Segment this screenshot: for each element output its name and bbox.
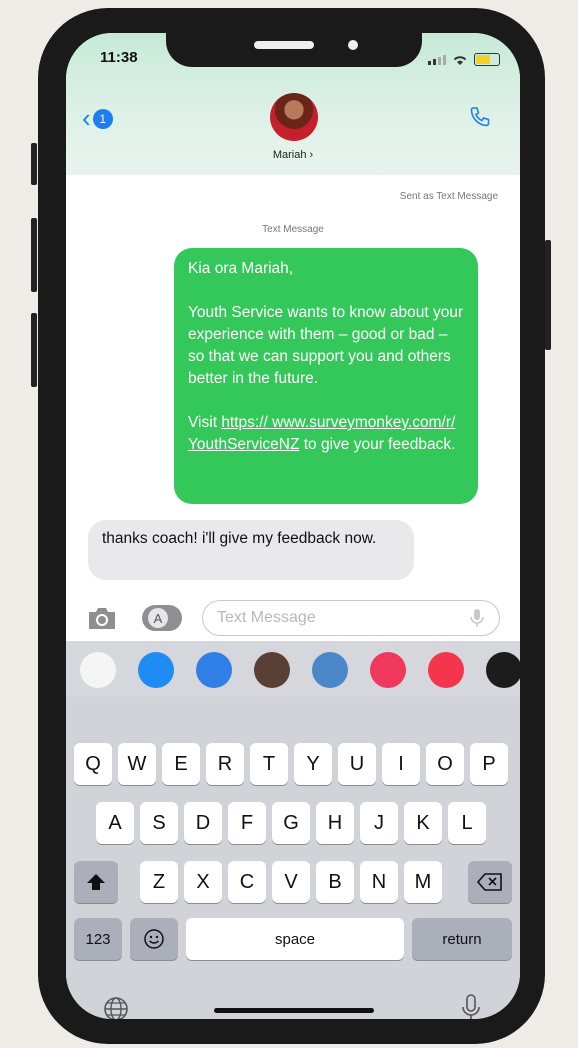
visit-suffix: to give your feedback. — [299, 436, 456, 453]
key-v[interactable]: V — [272, 861, 310, 903]
key-a[interactable]: A — [96, 802, 134, 844]
power-button — [545, 240, 551, 350]
front-camera — [348, 40, 358, 50]
key-r[interactable]: R — [206, 743, 244, 785]
mute-switch — [31, 143, 37, 185]
key-p[interactable]: P — [470, 743, 508, 785]
unread-badge: 1 — [92, 108, 113, 129]
key-h[interactable]: H — [316, 802, 354, 844]
key-x[interactable]: X — [184, 861, 222, 903]
emoji-icon — [144, 929, 164, 949]
key-t[interactable]: T — [250, 743, 288, 785]
contact-avatar[interactable] — [270, 93, 318, 141]
chevron-left-icon: ‹ — [82, 103, 91, 133]
sent-as-label: Sent as Text Message — [399, 191, 498, 202]
emoji-key[interactable] — [130, 918, 178, 960]
outgoing-message-bubble[interactable]: Kia ora Mariah, Youth Service wants to k… — [174, 248, 478, 504]
key-l[interactable]: L — [448, 802, 486, 844]
key-o[interactable]: O — [426, 743, 464, 785]
status-time: 11:38 — [100, 49, 138, 66]
backspace-key[interactable] — [468, 861, 512, 903]
message-input-placeholder: Text Message — [217, 609, 316, 626]
message-type-label: Text Message — [262, 224, 324, 235]
app-store-glyph: A — [148, 608, 168, 628]
key-g[interactable]: G — [272, 802, 310, 844]
app-store-icon[interactable] — [138, 652, 174, 688]
battery-icon — [474, 53, 500, 66]
key-d[interactable]: D — [184, 802, 222, 844]
composer-row: A Text Message — [66, 597, 520, 641]
volume-down-button — [31, 313, 37, 387]
back-button[interactable]: ‹ 1 — [82, 103, 113, 134]
key-j[interactable]: J — [360, 802, 398, 844]
volume-up-button — [31, 218, 37, 292]
key-y[interactable]: Y — [294, 743, 332, 785]
message-visit-line: Visit https:// www.surveymonkey.com/r/ Y… — [188, 412, 464, 456]
image-search-icon[interactable] — [370, 652, 406, 688]
status-icons — [428, 53, 500, 66]
key-z[interactable]: Z — [140, 861, 178, 903]
shift-key[interactable] — [74, 861, 118, 903]
key-m[interactable]: M — [404, 861, 442, 903]
music-app-icon[interactable] — [428, 652, 464, 688]
key-b[interactable]: B — [316, 861, 354, 903]
shift-arrow-icon — [87, 874, 105, 890]
key-s[interactable]: S — [140, 802, 178, 844]
backspace-icon — [477, 873, 502, 891]
notch — [166, 33, 422, 67]
key-u[interactable]: U — [338, 743, 376, 785]
return-key[interactable]: return — [412, 918, 512, 960]
app-strip — [66, 641, 520, 697]
key-w[interactable]: W — [118, 743, 156, 785]
contact-name[interactable]: Mariah › — [66, 149, 520, 161]
message-input[interactable]: Text Message — [202, 600, 500, 636]
message-body: Youth Service wants to know about your e… — [188, 304, 464, 387]
audio-message-icon[interactable] — [196, 652, 232, 688]
fitness-app-icon[interactable] — [486, 652, 520, 688]
speaker-grille — [254, 41, 314, 49]
key-q[interactable]: Q — [74, 743, 112, 785]
home-indicator[interactable] — [214, 1008, 374, 1013]
key-n[interactable]: N — [360, 861, 398, 903]
visit-prefix: Visit — [188, 414, 222, 431]
key-k[interactable]: K — [404, 802, 442, 844]
app-drawer-button[interactable]: A — [142, 605, 182, 631]
memoji-stickers-icon[interactable] — [312, 652, 348, 688]
key-e[interactable]: E — [162, 743, 200, 785]
microphone-icon[interactable] — [469, 608, 485, 628]
keyboard: 123 space return QWERTYUIOP ASDFGHJKL ZXCV… — [66, 697, 520, 1019]
camera-icon[interactable] — [86, 605, 118, 631]
key-i[interactable]: I — [382, 743, 420, 785]
cellular-signal-icon — [428, 54, 446, 65]
message-greeting: Kia ora Mariah, — [188, 260, 294, 277]
incoming-message-bubble[interactable]: thanks coach! i'll give my feedback now. — [88, 520, 414, 580]
dictation-microphone-icon[interactable] — [460, 993, 482, 1019]
wifi-icon — [453, 55, 467, 65]
screen: 11:38 ‹ 1 Mariah › Sent as Text Message … — [66, 33, 520, 1019]
photos-app-icon[interactable] — [80, 652, 116, 688]
numbers-key[interactable]: 123 — [74, 918, 122, 960]
key-c[interactable]: C — [228, 861, 266, 903]
key-f[interactable]: F — [228, 802, 266, 844]
phone-call-icon[interactable] — [468, 105, 492, 129]
globe-icon[interactable] — [102, 995, 130, 1019]
space-key[interactable]: space — [186, 918, 404, 960]
memoji-icon[interactable] — [254, 652, 290, 688]
